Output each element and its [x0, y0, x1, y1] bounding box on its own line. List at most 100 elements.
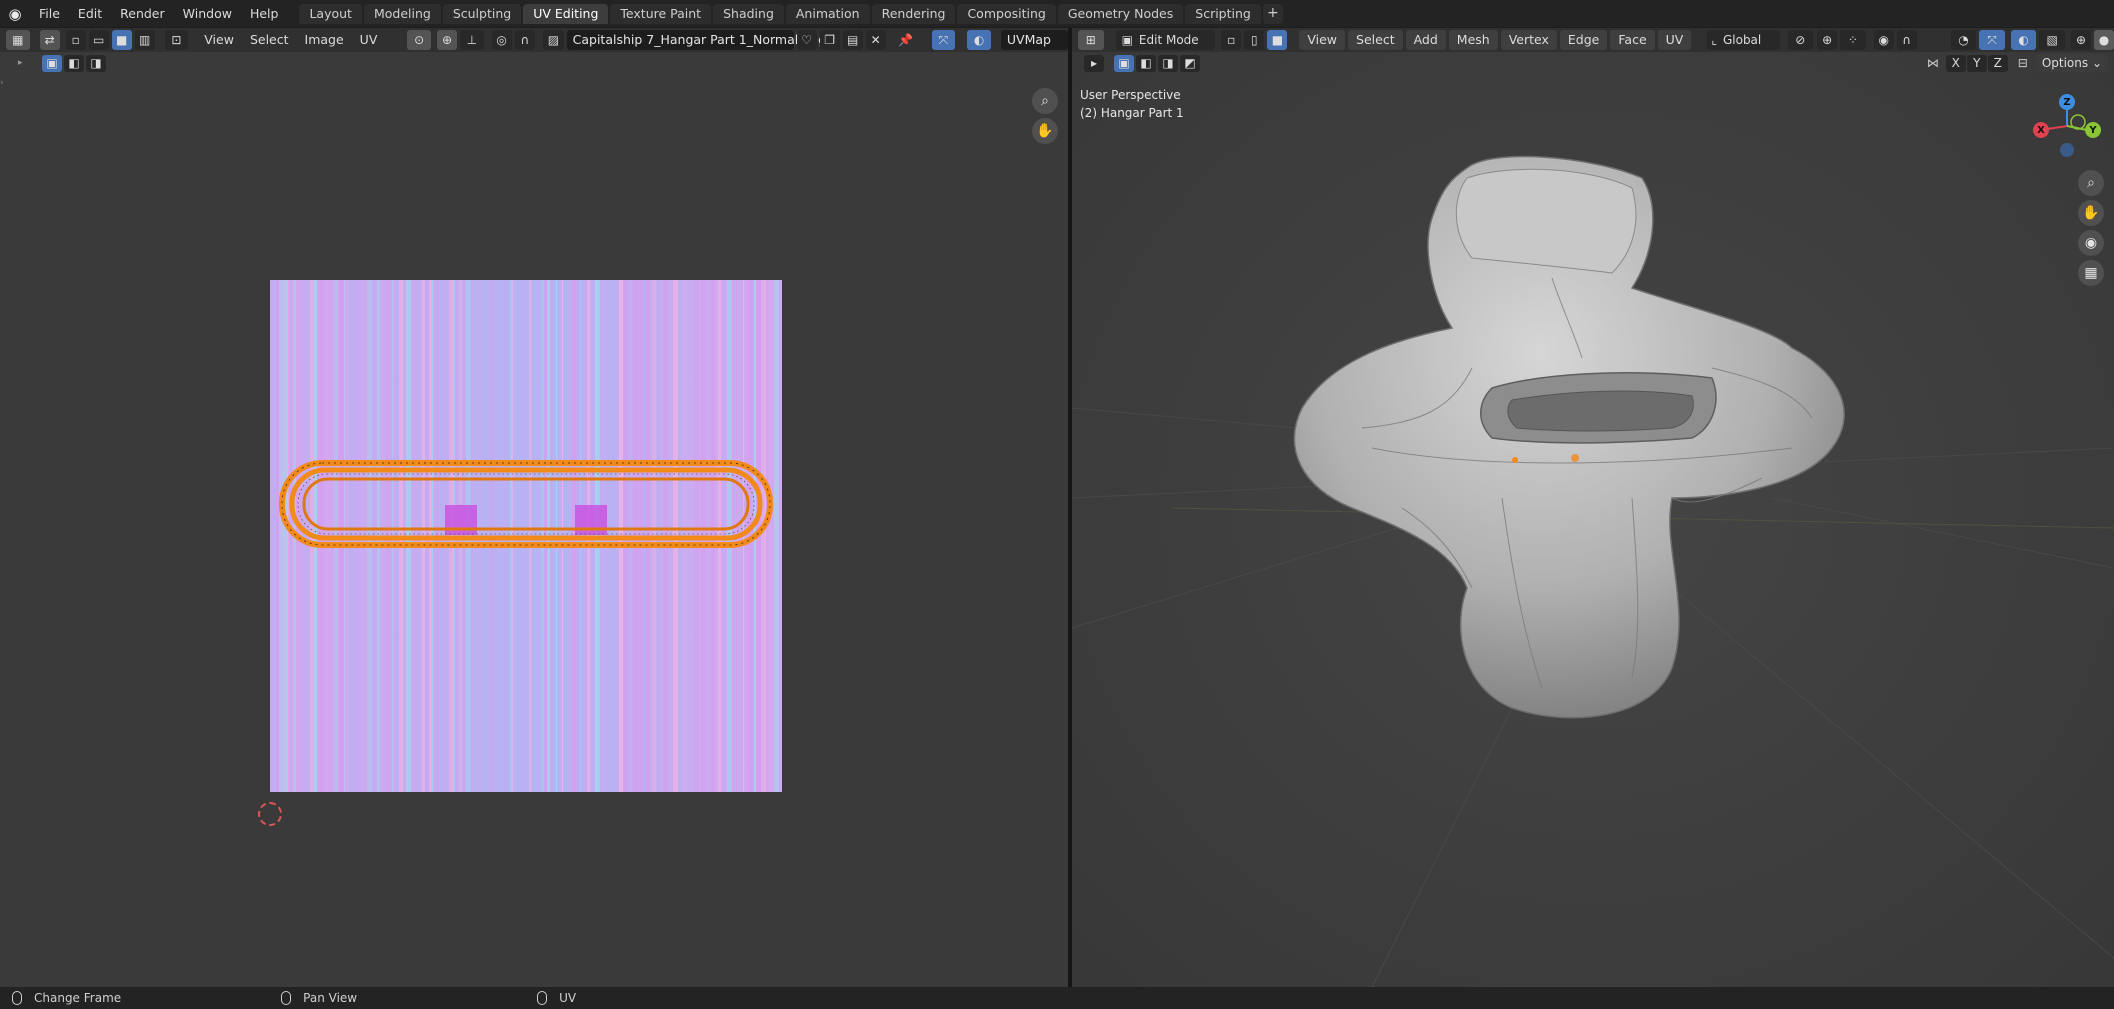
- pivot-icon[interactable]: ⊙: [407, 30, 432, 50]
- toolbar-toggle-icon[interactable]: ›: [0, 78, 6, 124]
- select-extend-icon[interactable]: ◧: [64, 54, 84, 72]
- options-dropdown[interactable]: Options ⌄: [2035, 54, 2108, 72]
- tab-layout[interactable]: Layout: [299, 3, 362, 24]
- vp-select-invert-icon[interactable]: ◩: [1180, 54, 1200, 72]
- tab-sculpting[interactable]: Sculpting: [442, 3, 522, 24]
- sticky-select-icon[interactable]: ⊡: [164, 30, 189, 50]
- face-select-icon[interactable]: ■: [111, 30, 132, 50]
- solid-shading-icon[interactable]: ●: [2094, 30, 2114, 50]
- menu-edit[interactable]: Edit: [69, 0, 111, 27]
- fake-user-icon[interactable]: ♡: [796, 30, 817, 50]
- editor-type-icon[interactable]: ▦: [6, 30, 30, 50]
- menu-window[interactable]: Window: [174, 0, 241, 27]
- tab-texture-paint[interactable]: Texture Paint: [610, 3, 712, 24]
- vp-zoom-icon[interactable]: ⌕: [2078, 170, 2104, 196]
- wireframe-shading-icon[interactable]: ⊕: [2071, 30, 2092, 50]
- tab-uv-editing[interactable]: UV Editing: [523, 3, 609, 24]
- vp-select-extend-icon[interactable]: ◧: [1136, 54, 1156, 72]
- falloff-icon[interactable]: ∩: [514, 30, 536, 50]
- uv-menu-image[interactable]: Image: [297, 28, 352, 52]
- uv-menu-view[interactable]: View: [196, 28, 242, 52]
- vp-menu-edge[interactable]: Edge: [1559, 30, 1608, 50]
- proportional-falloff-icon[interactable]: ∩: [1896, 30, 1917, 50]
- uv-menu-uv[interactable]: UV: [352, 28, 386, 52]
- menu-help[interactable]: Help: [241, 0, 288, 27]
- island-select-icon[interactable]: ▥: [134, 30, 155, 50]
- face-mode-icon[interactable]: ■: [1267, 30, 1288, 50]
- vertex-mode-icon[interactable]: ▫: [1221, 30, 1242, 50]
- viewport-gizmo-icon[interactable]: ⤧: [1979, 30, 2005, 50]
- unlink-image-icon[interactable]: ✕: [865, 30, 886, 50]
- vp-select-new-icon[interactable]: ▣: [1114, 54, 1134, 72]
- snap-toggle-icon[interactable]: ⊕: [1817, 30, 1838, 50]
- navigation-gizmo[interactable]: Z X Y: [2027, 88, 2107, 168]
- auto-merge-icon[interactable]: ⊟: [2018, 56, 2028, 70]
- vp-menu-select[interactable]: Select: [1348, 30, 1403, 50]
- gizmo-z-axis[interactable]: Z: [2059, 94, 2075, 110]
- image-browse-icon[interactable]: ▨: [543, 30, 564, 50]
- vertex-select-icon[interactable]: ▫: [65, 30, 86, 50]
- tab-compositing[interactable]: Compositing: [957, 3, 1056, 24]
- tab-geometry-nodes[interactable]: Geometry Nodes: [1057, 3, 1184, 24]
- proportional-icon[interactable]: ◉: [1873, 30, 1894, 50]
- 3d-viewport[interactable]: ⊞ ▣ Edit Mode ▫ ▯ ■ View Select Add Mesh…: [1072, 28, 2114, 987]
- gizmo-x-axis[interactable]: X: [2033, 122, 2049, 138]
- uv-map-field[interactable]: UVMap: [1000, 30, 1069, 50]
- tab-shading[interactable]: Shading: [713, 3, 784, 24]
- tab-scripting[interactable]: Scripting: [1185, 3, 1261, 24]
- vp-menu-add[interactable]: Add: [1405, 30, 1446, 50]
- tab-modeling[interactable]: Modeling: [363, 3, 441, 24]
- blender-logo-icon[interactable]: ◉: [0, 0, 30, 27]
- vp-menu-uv[interactable]: UV: [1657, 30, 1692, 50]
- edge-select-icon[interactable]: ▭: [88, 30, 109, 50]
- add-workspace-button[interactable]: +: [1262, 3, 1283, 24]
- gizmo-y-axis[interactable]: Y: [2085, 122, 2101, 138]
- vp-menu-view[interactable]: View: [1299, 30, 1346, 50]
- snap-target-icon[interactable]: ⊥: [460, 30, 484, 50]
- mirror-y-button[interactable]: Y: [1966, 54, 1987, 72]
- select-new-icon[interactable]: ▣: [42, 54, 62, 72]
- vp-select-subtract-icon[interactable]: ◨: [1158, 54, 1178, 72]
- snap-icon[interactable]: ⊕: [437, 30, 458, 50]
- open-image-icon[interactable]: ▤: [842, 30, 863, 50]
- vp-pan-hand-icon[interactable]: ✋: [2078, 200, 2104, 226]
- menu-render[interactable]: Render: [111, 0, 174, 27]
- uv-menu-select[interactable]: Select: [242, 28, 297, 52]
- pivot-point-icon[interactable]: ⊘: [1787, 30, 1814, 50]
- zoom-icon[interactable]: ⌕: [1032, 88, 1058, 114]
- vp-menu-face[interactable]: Face: [1610, 30, 1655, 50]
- pin-icon[interactable]: 📌: [895, 30, 916, 50]
- vp-menu-vertex[interactable]: Vertex: [1500, 30, 1557, 50]
- menu-file[interactable]: File: [30, 0, 69, 27]
- visibility-icon[interactable]: ◔: [1950, 30, 1977, 50]
- tool-settings-icon[interactable]: ▸: [1084, 54, 1104, 72]
- proportional-edit-icon[interactable]: ◎: [491, 30, 512, 50]
- viewport-overlay-icon[interactable]: ◐: [2010, 30, 2037, 50]
- select-subtract-icon[interactable]: ◨: [86, 54, 106, 72]
- camera-view-icon[interactable]: ◉: [2078, 230, 2104, 256]
- top-bar: ◉ File Edit Render Window Help Layout Mo…: [0, 0, 2114, 27]
- mirror-icon[interactable]: ⋈: [1927, 56, 1939, 70]
- uv-cursor-icon[interactable]: [258, 802, 282, 826]
- mirror-x-button[interactable]: X: [1945, 54, 1966, 72]
- viewport-editor-type-icon[interactable]: ⊞: [1078, 30, 1104, 50]
- viewport-header: ⊞ ▣ Edit Mode ▫ ▯ ■ View Select Add Mesh…: [1072, 28, 2114, 52]
- new-image-icon[interactable]: ❐: [819, 30, 840, 50]
- pan-hand-icon[interactable]: ✋: [1032, 118, 1058, 144]
- sync-selection-icon[interactable]: ⇄: [39, 30, 60, 50]
- gizmo-toggle-icon[interactable]: ⤧: [931, 30, 956, 50]
- tool-expand-icon[interactable]: ▸: [18, 58, 32, 68]
- mirror-z-button[interactable]: Z: [1987, 54, 2008, 72]
- overlay-toggle-icon[interactable]: ◐: [967, 30, 991, 50]
- xray-icon[interactable]: ▧: [2039, 30, 2066, 50]
- edge-mode-icon[interactable]: ▯: [1244, 30, 1265, 50]
- transform-orientation-dropdown[interactable]: ⌞ Global: [1707, 30, 1780, 50]
- tab-rendering[interactable]: Rendering: [871, 3, 956, 24]
- perspective-toggle-icon[interactable]: ▦: [2078, 260, 2104, 286]
- uv-editor[interactable]: ▦ ⇄ ▫ ▭ ■ ▥ ⊡ View Select Image UV ⊙ ⊕ ⊥…: [0, 28, 1069, 987]
- tab-animation[interactable]: Animation: [785, 3, 870, 24]
- mode-selector[interactable]: ▣ Edit Mode: [1115, 30, 1216, 50]
- vp-menu-mesh[interactable]: Mesh: [1448, 30, 1498, 50]
- image-name-field[interactable]: Capitalship 7_Hangar Part 1_Normal.png: [566, 30, 826, 50]
- snap-element-icon[interactable]: ⁘: [1840, 30, 1866, 50]
